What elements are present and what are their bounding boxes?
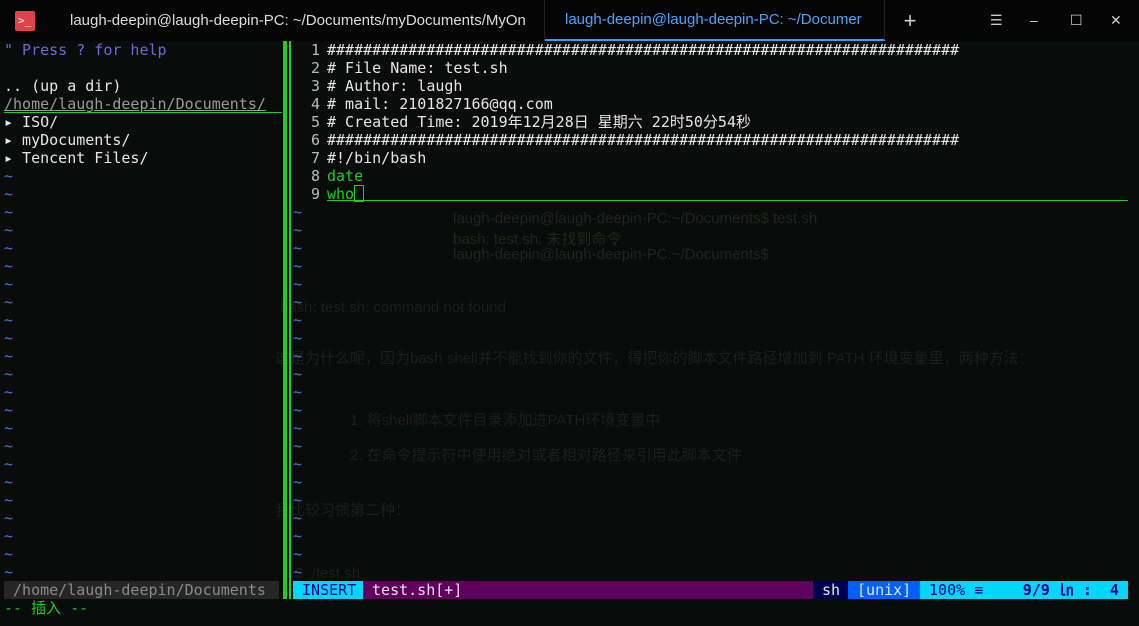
empty-line-tilde: ~ <box>293 491 303 509</box>
tree-item-iso[interactable]: ▸ ISO/ <box>4 113 58 131</box>
minimize-button[interactable]: – <box>1030 12 1038 28</box>
empty-line-tilde: ~ <box>293 437 303 455</box>
code-line[interactable]: # Author: laugh <box>327 77 462 95</box>
empty-line-tilde: ~ <box>293 239 303 257</box>
empty-line-tilde: ~ <box>4 185 14 203</box>
filetype: sh <box>813 581 850 599</box>
empty-line-tilde: ~ <box>293 203 303 221</box>
code-line[interactable]: # mail: 2101827166@qq.com <box>327 95 553 113</box>
tree-up-dir[interactable]: .. (up a dir) <box>4 77 121 95</box>
code-line[interactable]: #!/bin/bash <box>327 149 426 167</box>
tab-1[interactable]: laugh-deepin@laugh-deepin-PC: ~/Document… <box>35 0 545 41</box>
ghost-text: laugh-deepin@laugh-deepin-PC:~/Documents… <box>453 246 769 263</box>
empty-line-tilde: ~ <box>4 455 14 473</box>
empty-line-tilde: ~ <box>4 563 14 581</box>
empty-line-tilde: ~ <box>293 455 303 473</box>
line-number: 3 <box>310 77 320 95</box>
empty-line-tilde: ~ <box>293 419 303 437</box>
empty-line-tilde: ~ <box>4 329 14 347</box>
empty-line-tilde: ~ <box>293 401 303 419</box>
empty-line-tilde: ~ <box>293 383 303 401</box>
close-button[interactable]: ✕ <box>1110 12 1122 29</box>
tree-cwd[interactable]: /home/laugh-deepin/Documents/ <box>4 95 282 113</box>
ghost-text: $ ./test.sh <box>295 565 361 582</box>
empty-line-tilde: ~ <box>4 239 14 257</box>
empty-line-tilde: ~ <box>293 473 303 491</box>
code-line[interactable]: # File Name: test.sh <box>327 59 508 77</box>
line-number: 5 <box>310 113 320 131</box>
empty-line-tilde: ~ <box>293 275 303 293</box>
empty-line-tilde: ~ <box>293 293 303 311</box>
tree-item-mydocuments[interactable]: ▸ myDocuments/ <box>4 131 130 149</box>
ghost-text: 这是为什么呢，因为bash shell并不能找到你的文件，得把你的脚本文件路径增… <box>275 350 1034 367</box>
empty-line-tilde: ~ <box>4 293 14 311</box>
menu-icon[interactable]: ☰ <box>990 12 1003 29</box>
empty-line-tilde: ~ <box>4 203 14 221</box>
line-number: 2 <box>310 59 320 77</box>
cursorline <box>327 200 1128 201</box>
new-tab-button[interactable]: + <box>885 8 935 34</box>
tab-bar: >_ laugh-deepin@laugh-deepin-PC: ~/Docum… <box>0 0 1139 41</box>
empty-line-tilde: ~ <box>4 257 14 275</box>
empty-line-tilde: ~ <box>4 383 14 401</box>
tree-help: " Press ? for help <box>4 41 167 59</box>
cursor-position: 9/9 ㏑ : 4 <box>1000 581 1128 599</box>
ghost-text: 1. 将shell脚本文件目录添加进PATH环境变量中 <box>350 412 661 429</box>
terminal-app-icon: >_ <box>15 10 35 31</box>
line-number: 7 <box>310 149 320 167</box>
line-number: 4 <box>310 95 320 113</box>
empty-line-tilde: ~ <box>4 545 14 563</box>
empty-line-tilde: ~ <box>4 401 14 419</box>
file-name: test.sh[+] <box>363 581 813 599</box>
tree-statusline: /home/laugh-deepin/Documents <box>4 581 279 599</box>
empty-line-tilde: ~ <box>4 347 14 365</box>
maximize-button[interactable]: ☐ <box>1070 12 1083 29</box>
empty-line-tilde: ~ <box>293 347 303 365</box>
code-line[interactable]: ########################################… <box>327 41 959 59</box>
empty-line-tilde: ~ <box>4 473 14 491</box>
percent: 100% ≡ <box>920 581 1000 599</box>
code-line[interactable]: ########################################… <box>327 131 959 149</box>
file-format: [unix] <box>848 581 921 599</box>
tab-2-active[interactable]: laugh-deepin@laugh-deepin-PC: ~/Documer <box>545 0 885 41</box>
empty-line-tilde: ~ <box>293 563 303 581</box>
empty-line-tilde: ~ <box>293 527 303 545</box>
split-divider[interactable] <box>283 41 287 599</box>
ghost-text: 2. 在命令提示符中使用绝对或者相对路径来引用此脚本文件 <box>350 447 742 464</box>
line-number: 6 <box>310 131 320 149</box>
split-divider-inner <box>289 41 291 599</box>
empty-line-tilde: ~ <box>4 437 14 455</box>
code-line[interactable]: # Created Time: 2019年12月28日 星期六 22时50分54… <box>327 113 751 131</box>
empty-line-tilde: ~ <box>4 491 14 509</box>
empty-line-tilde: ~ <box>4 275 14 293</box>
empty-line-tilde: ~ <box>4 167 14 185</box>
empty-line-tilde: ~ <box>293 509 303 527</box>
empty-line-tilde: ~ <box>293 329 303 347</box>
empty-line-tilde: ~ <box>293 257 303 275</box>
empty-line-tilde: ~ <box>4 527 14 545</box>
command-line[interactable]: -- 插入 -- <box>4 599 88 617</box>
tree-item-tencent-files[interactable]: ▸ Tencent Files/ <box>4 149 149 167</box>
empty-line-tilde: ~ <box>293 545 303 563</box>
line-number: 9 <box>310 185 320 203</box>
line-number: 1 <box>310 41 320 59</box>
empty-line-tilde: ~ <box>293 311 303 329</box>
empty-line-tilde: ~ <box>4 365 14 383</box>
ghost-text: bash: test.sh: command not found <box>280 299 506 316</box>
empty-line-tilde: ~ <box>4 419 14 437</box>
line-number: 8 <box>310 167 320 185</box>
ghost-text: laugh-deepin@laugh-deepin-PC:~/Documents… <box>453 210 818 227</box>
code-line[interactable]: date <box>327 167 363 185</box>
empty-line-tilde: ~ <box>293 221 303 239</box>
mode-indicator: INSERT <box>293 581 366 599</box>
empty-line-tilde: ~ <box>293 365 303 383</box>
empty-line-tilde: ~ <box>4 221 14 239</box>
empty-line-tilde: ~ <box>4 509 14 527</box>
empty-line-tilde: ~ <box>4 311 14 329</box>
